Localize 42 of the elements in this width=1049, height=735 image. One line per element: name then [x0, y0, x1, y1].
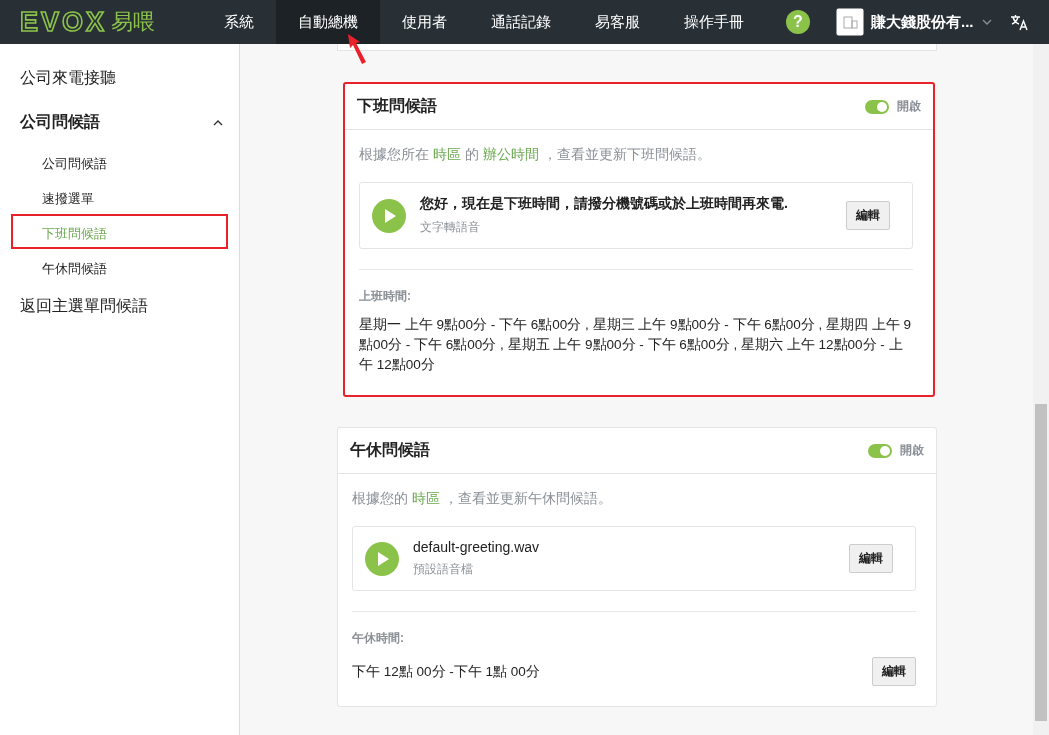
hours-text: 下午 12點 00分 -下午 1點 00分 — [352, 662, 540, 681]
hours-text: 星期一 上午 9點00分 - 下午 6點00分 , 星期三 上午 9點00分 - 下午 6點00分 , 星期四 上午 9點00分 - 下午 6點00分 , 星期五 上午 9點00分 - 下午 6點00分 , 星期六 上午 12點00分 - 上午 12點00分 — [359, 316, 913, 374]
greeting-type: 文字轉語音 — [420, 219, 481, 236]
chevron-up-icon[interactable] — [213, 118, 223, 126]
nav-tab[interactable]: 使用者 — [380, 0, 469, 44]
caret-icon[interactable] — [981, 19, 992, 25]
scrollbar-thumb[interactable] — [1035, 404, 1047, 721]
nav-tab[interactable]: 易客服 — [573, 0, 662, 44]
logo-text: EVOX — [20, 6, 108, 38]
greeting-type: 預設語音檔 — [413, 561, 474, 578]
play-button-icon[interactable] — [365, 541, 399, 576]
translate-icon[interactable] — [1009, 13, 1028, 31]
company-name[interactable]: 賺大錢股份有... — [871, 12, 974, 32]
description-text: 根據您所在 時區 的 辦公時間 ，查看並更新下班問候語。 — [359, 146, 712, 164]
play-button-icon[interactable] — [372, 198, 406, 233]
sidebar-subitem[interactable]: 公司問候語 — [11, 144, 228, 179]
nav-tab[interactable]: 自動總機 — [276, 0, 380, 44]
nav-tab[interactable]: 通話記錄 — [469, 0, 573, 44]
sidebar-item[interactable]: 公司問候語 — [0, 100, 239, 144]
scrollbar[interactable] — [1033, 44, 1049, 735]
edit-button[interactable]: 編輯 — [846, 201, 890, 230]
sidebar-item[interactable]: 返回主選單問候語 — [0, 284, 239, 328]
edit-button[interactable]: 編輯 — [849, 544, 893, 573]
building-icon — [836, 8, 864, 36]
card-title: 午休問候語 — [350, 440, 431, 460]
sidebar-subitem[interactable]: 速撥選單 — [11, 179, 228, 214]
toggle-label: 開啟 — [900, 442, 924, 459]
sidebar-item[interactable]: 公司來電接聽 — [0, 56, 239, 100]
logo-suffix: 易喂 — [111, 8, 156, 36]
hours-label: 午休時間: — [352, 630, 405, 647]
greeting-text: 您好，現在是下班時間，請撥分機號碼或於上班時間再來電. — [420, 195, 789, 213]
toggle-switch[interactable] — [865, 99, 889, 114]
toggle-switch[interactable] — [868, 443, 892, 458]
nav-tab[interactable]: 系統 — [202, 0, 276, 44]
nav-tab[interactable]: 操作手冊 — [662, 0, 766, 44]
description-text: 根據您的 時區 ，查看並更新午休問候語。 — [352, 490, 613, 508]
card-title: 下班問候語 — [357, 96, 438, 116]
hours-label: 上班時間: — [359, 288, 412, 305]
sidebar-subitem[interactable]: 午休問候語 — [11, 249, 228, 284]
greeting-text: default-greeting.wav — [413, 539, 541, 555]
toggle-label: 開啟 — [897, 98, 921, 115]
edit-button[interactable]: 編輯 — [872, 657, 916, 686]
